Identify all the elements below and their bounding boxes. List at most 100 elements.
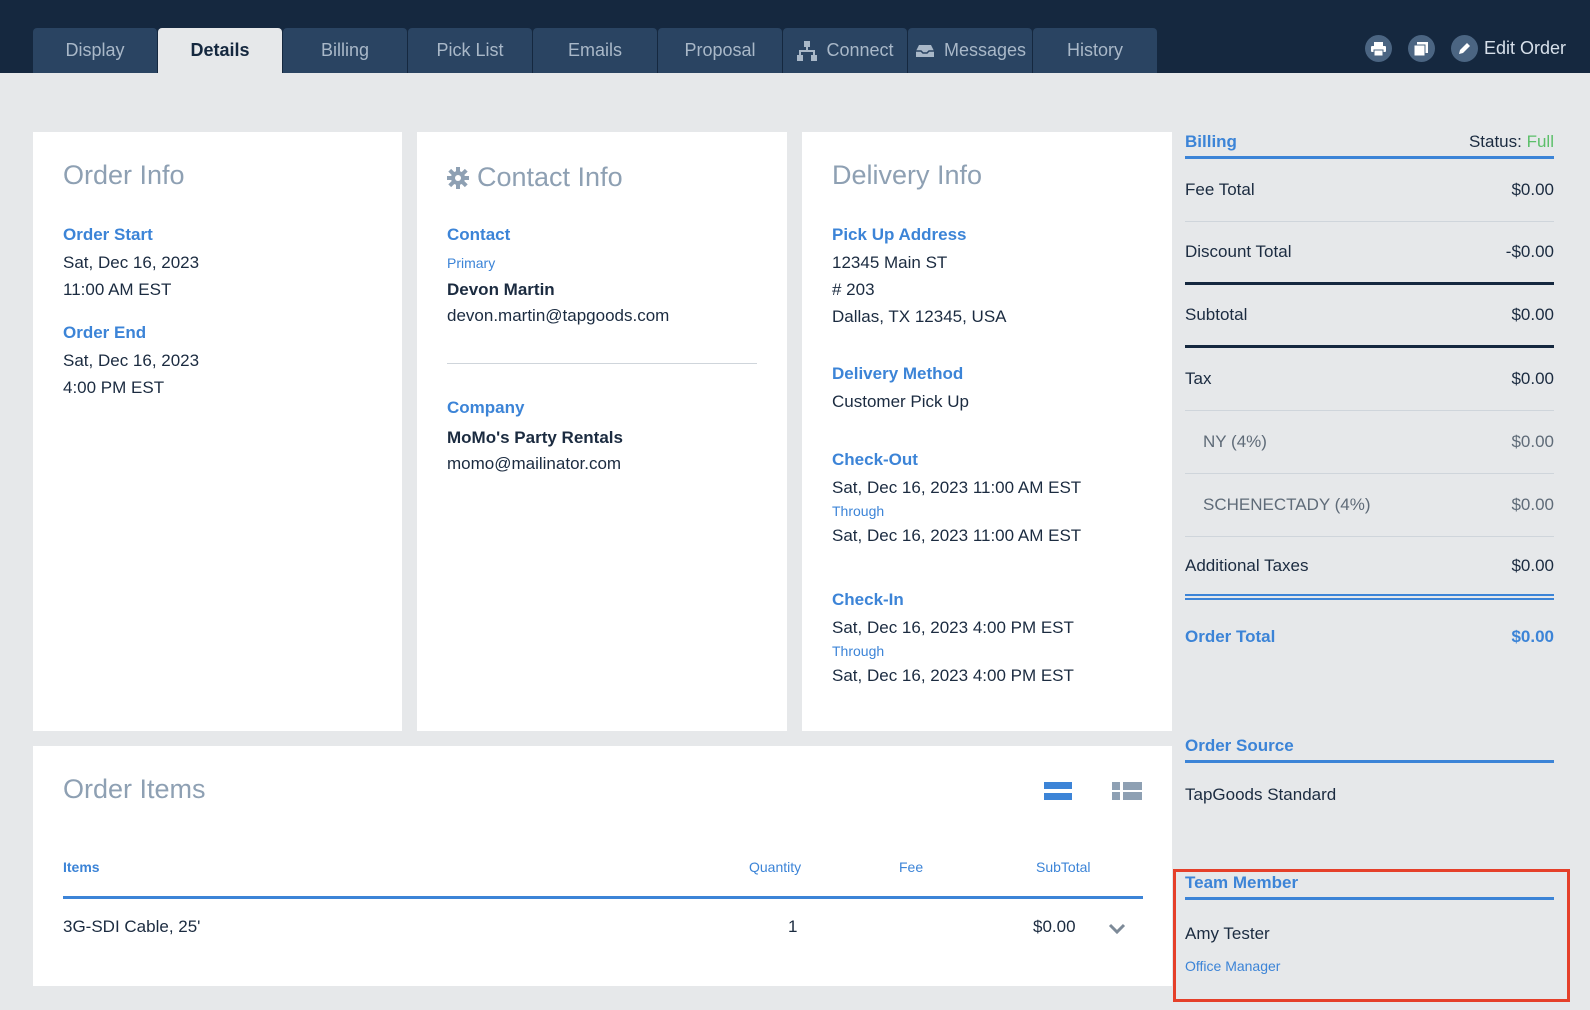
contact-info-header: Contact Info xyxy=(447,162,623,193)
address-line-1: 12345 Main ST xyxy=(832,253,948,272)
subtotal-row: Subtotal $0.00 xyxy=(1185,285,1554,348)
order-source-value: TapGoods Standard xyxy=(1185,785,1337,804)
row-value: $0.00 xyxy=(1511,555,1554,575)
order-items-card: Order Items Items Quantity Fee SubTotal … xyxy=(33,746,1172,986)
tab-label: Pick List xyxy=(436,40,504,60)
tab-history[interactable]: History xyxy=(1033,28,1157,73)
edit-order-label: Edit Order xyxy=(1483,38,1566,58)
discount-total-row: Discount Total -$0.00 xyxy=(1185,222,1554,285)
tab-label: Display xyxy=(65,40,125,60)
item-subtotal: $0.00 xyxy=(1033,917,1076,936)
order-info-card: Order Info Order Start Sat, Dec 16, 2023… xyxy=(33,132,402,731)
edit-order-button[interactable]: Edit Order xyxy=(1450,35,1566,62)
column-header-fee: Fee xyxy=(899,859,924,875)
row-value: $0.00 xyxy=(1511,495,1554,514)
tax-schenectady-row: SCHENECTADY (4%) $0.00 xyxy=(1185,474,1554,537)
tab-label: Details xyxy=(190,40,250,60)
row-label: Tax xyxy=(1185,369,1212,388)
tab-label: Connect xyxy=(826,40,894,60)
row-value: $0.00 xyxy=(1511,305,1554,324)
through-label: Through xyxy=(832,503,885,519)
top-navigation-bar: Display Details Billing Pick List Emails… xyxy=(0,0,1590,73)
billing-title[interactable]: Billing xyxy=(1185,132,1237,152)
network-icon xyxy=(797,40,818,61)
order-start-date: Sat, Dec 16, 2023 xyxy=(63,253,200,272)
row-value: -$0.00 xyxy=(1505,242,1554,261)
status-label: Status: xyxy=(1468,132,1522,151)
pickup-address-label: Pick Up Address xyxy=(832,225,967,244)
item-quantity: 1 xyxy=(788,917,798,936)
tab-details[interactable]: Details xyxy=(158,28,282,73)
delivery-method-label: Delivery Method xyxy=(832,364,964,383)
additional-taxes-row: Additional Taxes $0.00 xyxy=(1185,537,1554,600)
delivery-info-card: Delivery Info Pick Up Address 12345 Main… xyxy=(802,132,1172,731)
check-out-label: Check-Out xyxy=(832,450,918,469)
row-label: SCHENECTADY (4%) xyxy=(1203,495,1371,514)
header-actions: Edit Order xyxy=(1364,35,1566,62)
tab-display[interactable]: Display xyxy=(33,28,157,73)
order-source-title: Order Source xyxy=(1185,736,1294,755)
printer-icon xyxy=(1370,41,1386,56)
tab-emails[interactable]: Emails xyxy=(533,28,657,73)
card-title: Order Info xyxy=(63,160,185,190)
billing-status: Status: Full xyxy=(1469,132,1554,152)
print-button[interactable] xyxy=(1364,35,1392,62)
check-out-from: Sat, Dec 16, 2023 11:00 AM EST xyxy=(832,478,1082,497)
row-label: Additional Taxes xyxy=(1185,555,1309,575)
tab-label: Emails xyxy=(567,40,622,60)
tab-pick-list[interactable]: Pick List xyxy=(408,28,532,73)
contact-email[interactable]: devon.martin@tapgoods.com xyxy=(447,302,669,329)
table-row[interactable]: 3G-SDI Cable, 25' 1 $0.00 xyxy=(63,899,1143,959)
divider xyxy=(447,363,757,364)
order-end-label: Order End xyxy=(63,323,147,342)
contact-info-card: Contact Info Contact Primary Devon Marti… xyxy=(417,132,787,731)
order-tabs: Display Details Billing Pick List Emails… xyxy=(33,28,1157,73)
tab-label: Billing xyxy=(320,40,370,60)
fee-total-row: Fee Total $0.00 xyxy=(1185,159,1554,222)
check-in-to: Sat, Dec 16, 2023 4:00 PM EST xyxy=(832,666,1074,685)
tax-row: Tax $0.00 xyxy=(1185,348,1554,411)
company-name[interactable]: MoMo's Party Rentals xyxy=(447,428,623,448)
order-source-section: Order Source TapGoods Standard xyxy=(1185,736,1554,805)
tab-label: Messages xyxy=(943,40,1027,60)
row-value: $0.00 xyxy=(1511,627,1554,646)
inbox-icon xyxy=(915,44,934,57)
company-email[interactable]: momo@mailinator.com xyxy=(447,450,623,477)
chevron-down-icon[interactable] xyxy=(1108,923,1126,935)
detail-list-view-icon[interactable] xyxy=(1112,782,1142,800)
billing-summary: Billing Status: Full Fee Total $0.00 Disc… xyxy=(1185,132,1554,674)
tab-messages[interactable]: Messages xyxy=(908,28,1032,73)
check-in-from: Sat, Dec 16, 2023 4:00 PM EST xyxy=(832,618,1074,637)
order-start-label: Order Start xyxy=(63,225,153,244)
item-name: 3G-SDI Cable, 25' xyxy=(63,917,201,936)
list-view-icon[interactable] xyxy=(1044,782,1072,800)
order-total-row: Order Total $0.00 xyxy=(1185,600,1554,674)
pencil-icon xyxy=(1458,43,1470,54)
row-value: $0.00 xyxy=(1511,369,1554,388)
team-member-highlight-box xyxy=(1173,869,1570,1002)
delivery-method-value: Customer Pick Up xyxy=(832,392,969,411)
column-header-items: Items xyxy=(63,859,100,875)
row-label: Subtotal xyxy=(1185,305,1248,324)
copy-icon xyxy=(1414,41,1429,56)
order-end-time: 4:00 PM EST xyxy=(63,378,165,397)
order-start-time: 11:00 AM EST xyxy=(63,280,172,299)
tab-proposal[interactable]: Proposal xyxy=(658,28,782,73)
through-label: Through xyxy=(832,643,885,659)
primary-label: Primary xyxy=(447,255,496,271)
gear-icon[interactable] xyxy=(447,166,469,189)
tab-billing[interactable]: Billing xyxy=(283,28,407,73)
row-label: NY (4%) xyxy=(1203,432,1267,451)
tax-ny-row: NY (4%) $0.00 xyxy=(1185,411,1554,474)
billing-header: Billing Status: Full xyxy=(1185,132,1554,159)
pencil-icon-wrap xyxy=(1450,35,1478,62)
check-in-label: Check-In xyxy=(832,590,904,609)
column-header-quantity: Quantity xyxy=(749,859,802,875)
tab-connect[interactable]: Connect xyxy=(783,28,907,73)
duplicate-button[interactable] xyxy=(1407,35,1435,62)
column-header-subtotal: SubTotal xyxy=(1036,859,1091,875)
company-label: Company xyxy=(447,398,525,417)
card-title: Contact Info xyxy=(477,162,623,192)
status-value: Full xyxy=(1526,132,1554,151)
contact-name[interactable]: Devon Martin xyxy=(447,280,669,300)
